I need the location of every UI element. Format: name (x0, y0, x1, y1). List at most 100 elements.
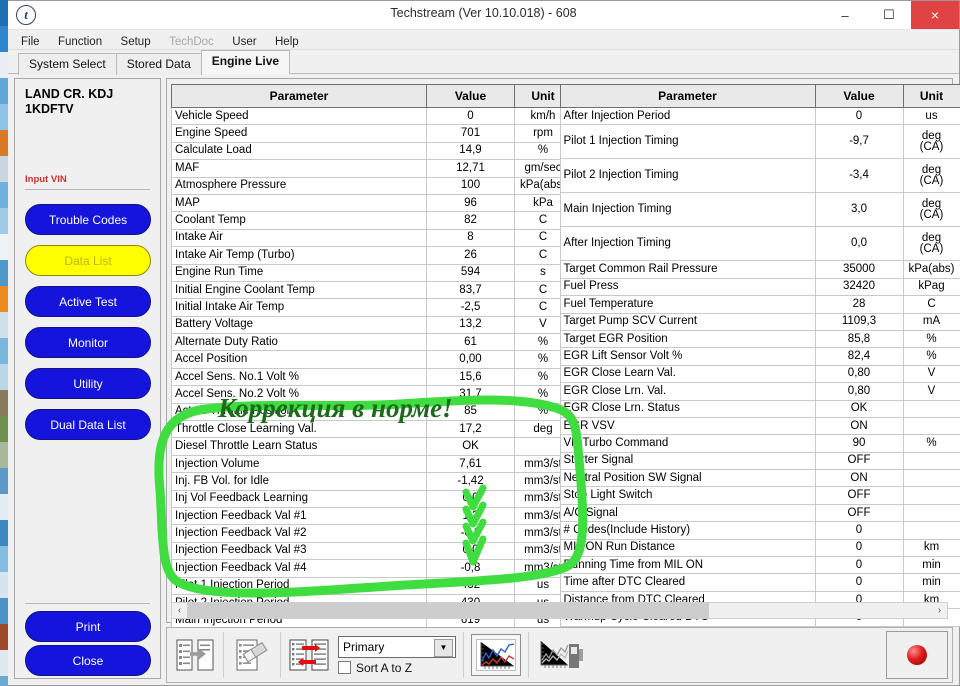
table-row[interactable]: Alternate Duty Ratio 61% (171, 333, 572, 352)
table-row[interactable]: Pilot 2 Injection Timing -3,4 deg (CA) (559, 158, 960, 194)
scroll-thumb[interactable] (187, 603, 709, 618)
record-button[interactable] (886, 631, 948, 679)
taskbar-thumb[interactable] (0, 546, 8, 572)
taskbar-thumb[interactable] (0, 234, 8, 260)
taskbar-thumb[interactable] (0, 650, 8, 676)
table-row[interactable]: Vehicle Speed 0 km/h (171, 107, 572, 126)
right-header-parameter[interactable]: Parameter (559, 84, 816, 108)
table-row[interactable]: Injection Feedback Val #4 -0,8 mm3/st (171, 559, 572, 578)
menu-item-file[interactable]: File (14, 35, 47, 49)
table-row[interactable]: Injection Feedback Val #2 -0,8 mm3/st (171, 524, 572, 543)
taskbar-thumb[interactable] (0, 442, 8, 468)
left-header-parameter[interactable]: Parameter (171, 84, 427, 108)
right-header-value[interactable]: Value (814, 84, 904, 108)
table-row[interactable]: Injection Feedback Val #1 1,2 mm3/st (171, 507, 572, 526)
table-row[interactable]: EGR Close Lrn. Val. 0,80 V (559, 382, 960, 401)
table-row[interactable]: Intake Air Temp (Turbo) 26 C (171, 246, 572, 265)
taskbar-thumb[interactable] (0, 416, 8, 442)
sidebar-button-data-list[interactable]: Data List (25, 245, 151, 276)
table-row[interactable]: Calculate Load 14,9% (171, 142, 572, 161)
table-row[interactable]: Neutral Position SW Signal ON (559, 469, 960, 488)
taskbar-thumb[interactable] (0, 572, 8, 598)
taskbar-thumb[interactable] (0, 520, 8, 546)
taskbar-thumb[interactable] (0, 156, 8, 182)
table-row[interactable]: Diesel Throttle Learn Status OK (171, 437, 572, 456)
chevron-down-icon[interactable]: ▼ (434, 638, 453, 657)
table-row[interactable]: After Injection Period 0 us (559, 107, 960, 126)
taskbar-thumb[interactable] (0, 286, 8, 312)
table-row[interactable]: Intake Air 8 C (171, 229, 572, 248)
swap-lists-icon[interactable] (288, 635, 330, 675)
taskbar-thumb[interactable] (0, 26, 8, 52)
menu-item-help[interactable]: Help (268, 35, 306, 49)
taskbar-thumb[interactable] (0, 78, 8, 104)
table-row[interactable]: Atmosphere Pressure 100 kPa(abs) (171, 177, 572, 195)
table-row[interactable]: EGR Lift Sensor Volt % 82,4% (559, 347, 960, 366)
taskbar-thumb[interactable] (0, 0, 8, 26)
table-row[interactable]: # Codes(Include History) 0 (559, 521, 960, 540)
taskbar-thumb[interactable] (0, 468, 8, 494)
table-row[interactable]: Stop Light Switch OFF (559, 486, 960, 505)
sidebar-button-print[interactable]: Print (25, 611, 151, 642)
table-row[interactable]: EGR Close Lrn. Status OK (559, 400, 960, 418)
table-row[interactable]: Initial Intake Air Temp -2,5 C (171, 298, 572, 317)
tab-system-select[interactable]: System Select (18, 53, 117, 75)
menu-item-function[interactable]: Function (51, 35, 109, 49)
horizontal-scrollbar[interactable]: ‹ › (171, 602, 948, 619)
table-row[interactable]: Battery Voltage 13,2 V (171, 316, 572, 335)
scroll-track[interactable] (187, 603, 932, 618)
taskbar-thumb[interactable] (0, 598, 8, 624)
table-row[interactable]: Fuel Press 32420 kPag (559, 278, 960, 297)
taskbar-thumb[interactable] (0, 624, 8, 650)
table-row[interactable]: Engine Run Time 594 s (171, 264, 572, 282)
taskbar-thumb[interactable] (0, 364, 8, 390)
table-row[interactable]: Accel Sens. No.1 Volt % 15,6% (171, 368, 572, 387)
table-row[interactable]: After Injection Timing 0,0 deg (CA) (559, 226, 960, 262)
table-row[interactable]: EGR Close Learn Val. 0,80 V (559, 365, 960, 384)
table-row[interactable]: Initial Engine Coolant Temp 83,7 C (171, 281, 572, 300)
table-row[interactable]: Inj Vol Feedback Learning 0,0 mm3/st (171, 490, 572, 508)
table-row[interactable]: A/C Signal OFF (559, 504, 960, 523)
menu-item-setup[interactable]: Setup (114, 35, 158, 49)
table-row[interactable]: Coolant Temp 82 C (171, 211, 572, 230)
table-row[interactable]: EGR VSV ON (559, 417, 960, 436)
table-row[interactable]: Main Injection Timing 3,0 deg (CA) (559, 192, 960, 228)
taskbar-thumb[interactable] (0, 390, 8, 416)
table-row[interactable]: Injection Feedback Val #3 0,0 mm3/st (171, 542, 572, 561)
taskbar-thumb[interactable] (0, 208, 8, 234)
input-vin-link[interactable]: Input VIN (25, 174, 67, 185)
sort-a-to-z-row[interactable]: Sort A to Z (338, 661, 456, 675)
table-row[interactable]: VN Turbo Command 90% (559, 434, 960, 453)
taskbar-thumb[interactable] (0, 676, 8, 686)
taskbar-thumb[interactable] (0, 494, 8, 520)
erase-list-icon[interactable] (231, 635, 273, 675)
line-chart-icon[interactable] (471, 634, 521, 676)
table-row[interactable]: Target Common Rail Pressure 35000 kPa(abs) (559, 260, 960, 279)
table-row[interactable]: Target EGR Position 85,8% (559, 330, 960, 349)
sidebar-button-dual-data-list[interactable]: Dual Data List (25, 409, 151, 440)
table-row[interactable]: Fuel Temperature 28 C (559, 295, 960, 314)
taskbar-thumb[interactable] (0, 338, 8, 364)
close-window-button[interactable]: × (911, 1, 959, 29)
table-row[interactable]: Time after DTC Cleared 0 min (559, 573, 960, 592)
taskbar-thumb[interactable] (0, 182, 8, 208)
data-source-select[interactable]: Primary ▼ (338, 635, 456, 658)
table-row[interactable]: Accel Position 0,00% (171, 350, 572, 369)
table-row[interactable]: MAF 12,71 gm/sec (171, 159, 572, 178)
table-row[interactable]: Engine Speed 701 rpm (171, 124, 572, 143)
right-header-unit[interactable]: Unit (902, 84, 960, 108)
tab-engine-live[interactable]: Engine Live (200, 50, 291, 74)
sidebar-button-close[interactable]: Close (25, 645, 151, 676)
table-row[interactable]: MIL ON Run Distance 0 km (559, 539, 960, 558)
taskbar-thumb[interactable] (0, 260, 8, 286)
table-row[interactable]: Running Time from MIL ON 0 min (559, 556, 960, 575)
tab-stored-data[interactable]: Stored Data (115, 53, 202, 75)
scroll-right-arrow[interactable]: › (932, 605, 947, 616)
table-row[interactable]: Injection Volume 7,61 mm3/st (171, 455, 572, 474)
minimize-button[interactable]: – (823, 1, 867, 29)
table-row[interactable]: Pilot 1 Injection Timing -9,7 deg (CA) (559, 124, 960, 160)
table-row[interactable]: Inj. FB Vol. for Idle -1,42 mm3/st (171, 472, 572, 491)
maximize-button[interactable]: ☐ (867, 1, 911, 29)
move-item-icon[interactable] (174, 635, 216, 675)
left-header-value[interactable]: Value (426, 84, 515, 108)
